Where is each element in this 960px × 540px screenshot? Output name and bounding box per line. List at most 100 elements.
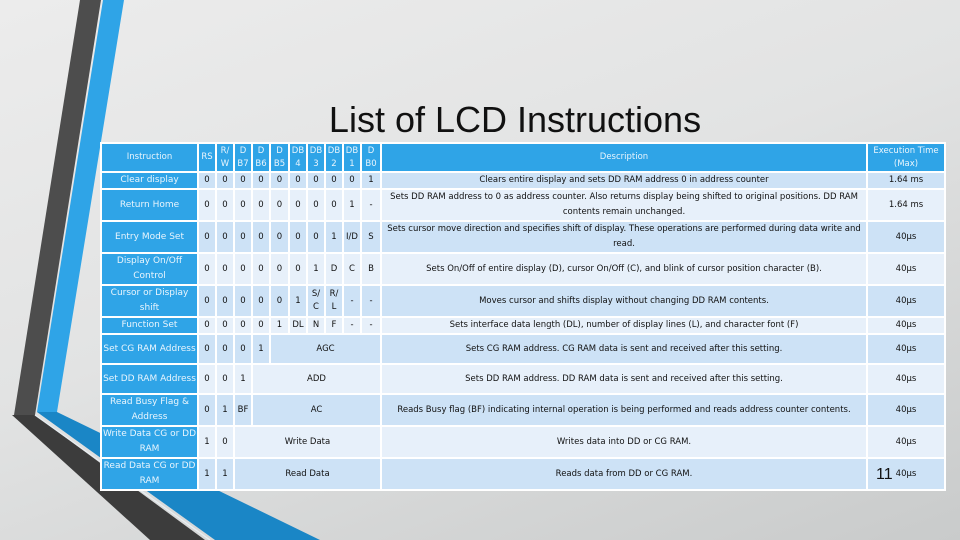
bit-cell: 0 (217, 173, 233, 188)
bit-cell: 0 (253, 173, 269, 188)
bit-cell: 0 (217, 286, 233, 316)
bit-cell: D (326, 254, 342, 284)
instruction-name: Set CG RAM Address (102, 335, 197, 363)
header-db7: D B7 (235, 144, 251, 171)
description-cell: Reads Busy flag (BF) indicating internal… (382, 395, 866, 425)
exec-time-cell: 40µs (868, 365, 944, 393)
header-exec-time: Execution Time (Max) (868, 144, 944, 171)
bit-cell: 1 (344, 190, 360, 220)
exec-time-cell: 40µs (868, 254, 944, 284)
description-cell: Sets DD RAM address. DD RAM data is sent… (382, 365, 866, 393)
bit-cell: 0 (271, 286, 288, 316)
description-cell: Sets On/Off of entire display (D), curso… (382, 254, 866, 284)
header-db6: D B6 (253, 144, 269, 171)
bit-cell: B (362, 254, 380, 284)
description-cell: Sets DD RAM address to 0 as address coun… (382, 190, 866, 220)
table-row: Set CG RAM Address 0 0 0 1 AGC Sets CG RAM add… (102, 335, 944, 363)
header-db2: DB 2 (326, 144, 342, 171)
bit-cell: 0 (308, 190, 324, 220)
bit-cell: 0 (199, 190, 215, 220)
bit-cell: 0 (253, 318, 269, 333)
bit-cell: 0 (253, 222, 269, 252)
header-db3: DB 3 (308, 144, 324, 171)
bit-cell: 0 (253, 190, 269, 220)
table-row: Display On/Off Control 0 0 0 0 0 0 1 D C B Sets On/… (102, 254, 944, 284)
header-db1: DB 1 (344, 144, 360, 171)
table-row: Clear display 0 0 0 0 0 0 0 0 0 1 Clears entire dis… (102, 173, 944, 188)
bit-cell: 0 (308, 173, 324, 188)
table-row: Read Data CG or DD RAM 1 1 Read Data Reads d… (102, 459, 944, 489)
exec-time-cell: 1.64 ms (868, 190, 944, 220)
bit-cell: 0 (290, 222, 306, 252)
table-row: Set DD RAM Address 0 0 1 ADD Sets DD RAM addr… (102, 365, 944, 393)
description-cell: Moves cursor and shifts display without … (382, 286, 866, 316)
bit-cell: 0 (290, 254, 306, 284)
bit-cell: 1 (199, 459, 215, 489)
bit-cell: 0 (199, 335, 215, 363)
header-instruction: Instruction (102, 144, 197, 171)
bit-cell: 0 (308, 222, 324, 252)
instruction-name: Set DD RAM Address (102, 365, 197, 393)
bit-cell: 0 (217, 222, 233, 252)
bit-cell: 0 (199, 173, 215, 188)
bit-cell: 0 (253, 254, 269, 284)
exec-time-cell: 40µs (868, 318, 944, 333)
header-db0: D B0 (362, 144, 380, 171)
bit-cell: - (362, 190, 380, 220)
bit-cell: 0 (217, 190, 233, 220)
bit-cell: 0 (271, 222, 288, 252)
description-cell: Sets CG RAM address. CG RAM data is sent… (382, 335, 866, 363)
bit-cell: 0 (326, 190, 342, 220)
bit-cell: 0 (199, 222, 215, 252)
bit-cell: 0 (235, 335, 251, 363)
table-row: Return Home 0 0 0 0 0 0 0 0 1- Sets DD RAM address… (102, 190, 944, 220)
bit-cell: DL (290, 318, 306, 333)
bit-cell: 1 (235, 365, 251, 393)
bit-cell: - (344, 286, 360, 316)
bit-cell: 1 (290, 286, 306, 316)
exec-time-cell: 40µs (868, 286, 944, 316)
merged-bits-cell: AC (253, 395, 380, 425)
bit-cell: S (362, 222, 380, 252)
description-cell: Sets interface data length (DL), number … (382, 318, 866, 333)
bit-cell: S/ C (308, 286, 324, 316)
bit-cell: 0 (235, 254, 251, 284)
merged-bits-cell: AGC (271, 335, 380, 363)
table-row: Function Set 0 0 0 0 1 DL N F - - Sets interface da… (102, 318, 944, 333)
exec-time-cell: 40µs (868, 222, 944, 252)
header-db5: D B5 (271, 144, 288, 171)
bit-cell: 0 (199, 365, 215, 393)
instruction-name: Cursor or Display shift (102, 286, 197, 316)
description-cell: Writes data into DD or CG RAM. (382, 427, 866, 457)
bit-cell: 1 (217, 395, 233, 425)
bit-cell: 1 (326, 222, 342, 252)
bit-cell: 0 (217, 318, 233, 333)
bit-cell: 0 (271, 190, 288, 220)
bit-cell: N (308, 318, 324, 333)
bit-cell: 1 (271, 318, 288, 333)
bit-cell: 0 (344, 173, 360, 188)
bit-cell: 0 (235, 222, 251, 252)
slide-title: List of LCD Instructions (328, 99, 702, 140)
exec-time-cell: 40µs (868, 427, 944, 457)
bit-cell: 0 (199, 318, 215, 333)
bit-cell: 0 (217, 365, 233, 393)
bit-cell: F (326, 318, 342, 333)
description-cell: Sets cursor move direction and specifies… (382, 222, 866, 252)
merged-bits-cell: ADD (253, 365, 380, 393)
lcd-instructions-table: Instruction RS R/ W D B7 D B6 D B5 DB 4 … (100, 142, 946, 491)
header-rs: RS (199, 144, 215, 171)
bit-cell: R/ L (326, 286, 342, 316)
page-number: 11 (876, 466, 893, 483)
description-cell: Clears entire display and sets DD RAM ad… (382, 173, 866, 188)
exec-time-cell: 1.64 ms (868, 173, 944, 188)
bit-cell: C (344, 254, 360, 284)
exec-time-cell: 40µs (868, 395, 944, 425)
instruction-name: Clear display (102, 173, 197, 188)
merged-bits-cell: Write Data (235, 427, 380, 457)
instruction-name: Function Set (102, 318, 197, 333)
bit-cell: 0 (217, 335, 233, 363)
instruction-name: Display On/Off Control (102, 254, 197, 284)
bit-cell: 0 (199, 254, 215, 284)
instruction-name: Return Home (102, 190, 197, 220)
